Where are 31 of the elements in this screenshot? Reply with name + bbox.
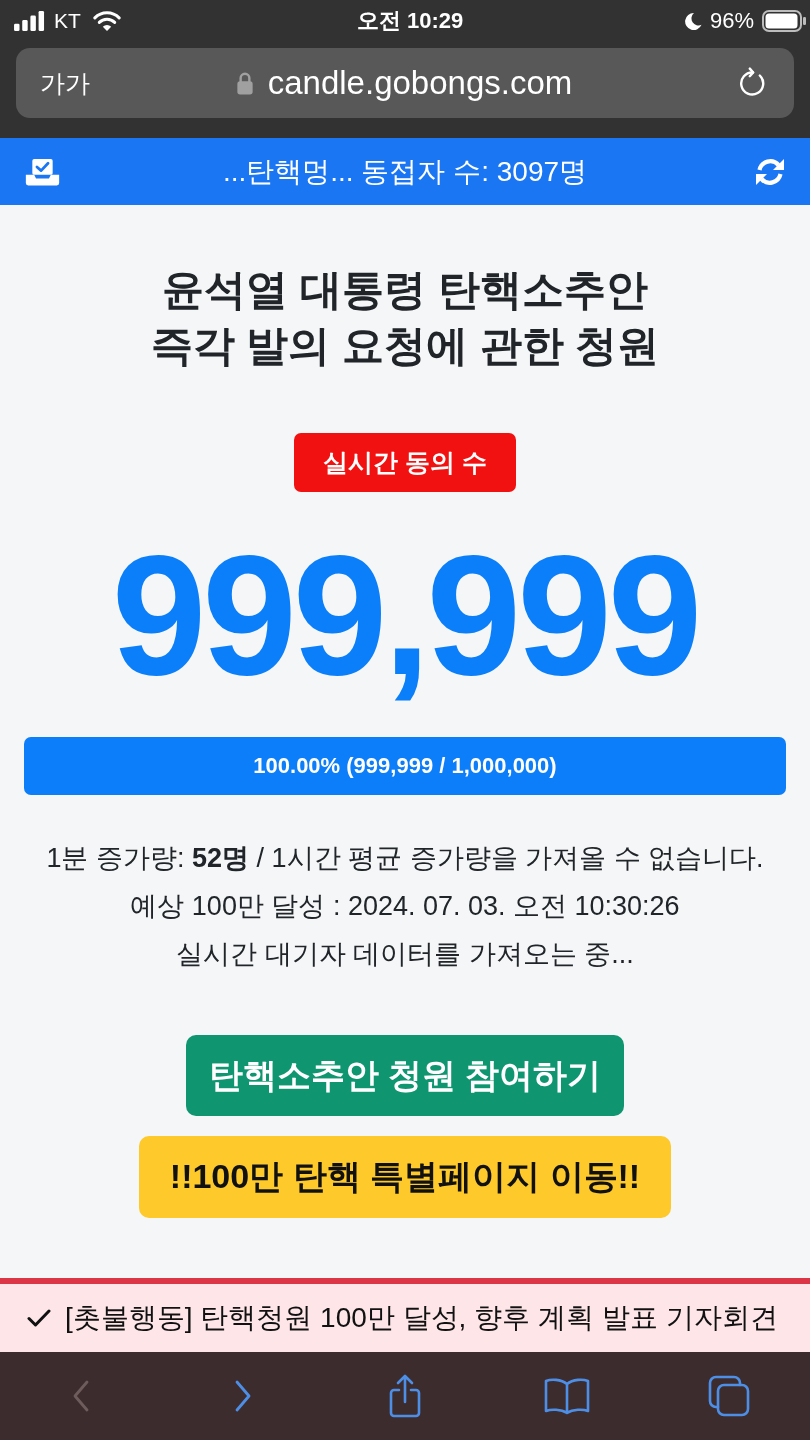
progress-label: 100.00% (999,999 / 1,000,000) — [253, 753, 557, 779]
signal-icon — [13, 11, 46, 31]
tray-check-icon[interactable] — [24, 156, 61, 187]
signature-count: 999,999 — [111, 530, 699, 700]
clock-time: 오전 10:29 — [356, 7, 464, 35]
moon-icon — [682, 11, 702, 31]
address-field[interactable]: 가가 candle.gobongs.com — [16, 48, 794, 118]
concurrent-users-text: ...탄핵멍... 동접자 수: 3097명 — [222, 154, 588, 189]
special-page-button[interactable]: !!100만 탄핵 특별페이지 이동!! — [138, 1136, 672, 1218]
notice-text: [촛불행동] 탄핵청원 100만 달성, 향후 계획 발표 기자회견 — [65, 1301, 778, 1335]
bookmarks-button[interactable] — [543, 1376, 591, 1416]
text-size-button[interactable]: 가가 — [40, 66, 90, 100]
join-petition-button[interactable]: 탄핵소추안 청원 참여하기 — [185, 1035, 625, 1116]
tabs-button[interactable] — [707, 1374, 751, 1418]
share-button[interactable] — [387, 1373, 423, 1419]
book-icon — [543, 1376, 591, 1416]
stats-line: 1분 증가량: 52명 / 1시간 평균 증가량을 가져올 수 없습니다. — [46, 842, 764, 875]
lock-icon — [235, 71, 254, 95]
tabs-icon — [707, 1374, 751, 1418]
url-text: candle.gobongs.com — [267, 64, 573, 102]
stats-line: 예상 100만 달성 : 2024. 07. 03. 오전 10:30:26 — [129, 890, 681, 923]
petition-title: 윤석열 대통령 탄핵소추안 즉각 발의 요청에 관한 청원 — [150, 265, 660, 371]
battery-percent: 96% — [709, 8, 754, 34]
battery-icon — [762, 10, 807, 32]
live-count-badge: 실시간 동의 수 — [294, 433, 516, 492]
stats-line: 실시간 대기자 데이터를 가져오는 중... — [175, 938, 635, 971]
share-icon — [387, 1373, 423, 1419]
wifi-icon — [92, 10, 121, 32]
check-icon — [27, 1308, 51, 1328]
notice-banner[interactable]: [촛불행동] 탄핵청원 100만 달성, 향후 계획 발표 기자회견 — [0, 1278, 810, 1352]
carrier-label: KT — [54, 9, 81, 33]
